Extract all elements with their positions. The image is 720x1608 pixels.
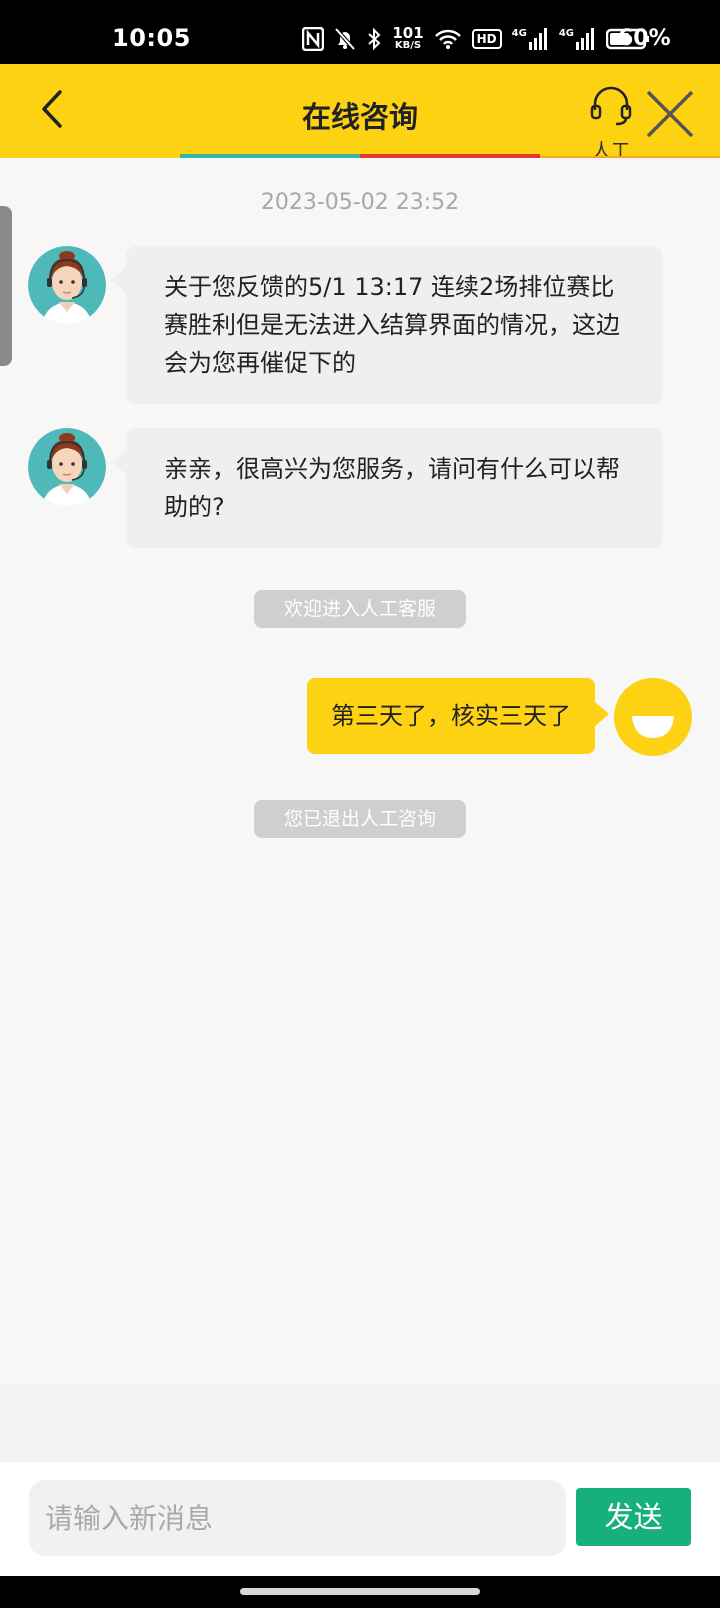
net-speed-value: 101 — [392, 24, 424, 42]
chat-area-bottom — [0, 1384, 720, 1462]
system-note: 您已退出人工咨询 — [254, 800, 466, 838]
system-note: 欢迎进入人工客服 — [254, 590, 466, 628]
agent-avatar — [28, 428, 106, 506]
message-input[interactable] — [29, 1480, 566, 1556]
human-service-button[interactable]: 人工 — [585, 84, 637, 162]
hd-label: HD — [476, 31, 497, 46]
wifi-icon — [434, 28, 462, 50]
agent-avatar — [28, 246, 106, 324]
net-speed: 101 KB/S — [392, 26, 423, 51]
signal-label: 4G — [511, 27, 527, 39]
status-bar: 10:05 101 KB/S HD 4G 4G 60% — [0, 0, 720, 64]
signal-icon: 4G — [511, 27, 549, 50]
user-message-bubble[interactable]: 第三天了，核实三天了 — [307, 678, 609, 754]
smiley-face-icon — [614, 678, 692, 756]
net-speed-unit: KB/S — [394, 40, 422, 51]
battery-percent: 60% — [618, 26, 671, 51]
signal-label: 4G — [558, 27, 574, 39]
status-time: 10:05 — [112, 24, 191, 52]
chat-timestamp: 2023-05-02 23:52 — [260, 190, 460, 215]
input-bar: 发送 — [0, 1462, 720, 1576]
home-indicator[interactable] — [240, 1588, 480, 1595]
system-nav-bar — [0, 1576, 720, 1608]
agent-message-bubble[interactable]: 关于您反馈的5/1 13:17 连续2场排位赛比赛胜利但是无法进入结算界面的情况… — [112, 246, 662, 404]
user-message-text: 第三天了，核实三天了 — [331, 702, 571, 730]
status-icons: 101 KB/S HD 4G 4G — [302, 26, 650, 51]
headset-icon — [590, 86, 632, 126]
bluetooth-icon — [366, 27, 382, 51]
header: 在线咨询 人工 — [0, 64, 720, 162]
signal-icon: 4G — [558, 27, 596, 50]
agent-message-text: 亲亲，很高兴为您服务，请问有什么可以帮助的? — [164, 455, 620, 521]
send-button[interactable]: 发送 — [576, 1488, 691, 1546]
close-button[interactable] — [644, 88, 696, 140]
nfc-icon — [302, 26, 325, 51]
mute-bell-icon — [334, 27, 356, 51]
close-icon — [646, 90, 694, 138]
user-avatar — [614, 678, 692, 756]
side-drawer-handle[interactable] — [0, 206, 12, 366]
agent-message-text: 关于您反馈的5/1 13:17 连续2场排位赛比赛胜利但是无法进入结算界面的情况… — [164, 273, 620, 377]
agent-message-bubble[interactable]: 亲亲，很高兴为您服务，请问有什么可以帮助的? — [112, 428, 662, 548]
hd-voice-icon: HD — [471, 28, 502, 49]
